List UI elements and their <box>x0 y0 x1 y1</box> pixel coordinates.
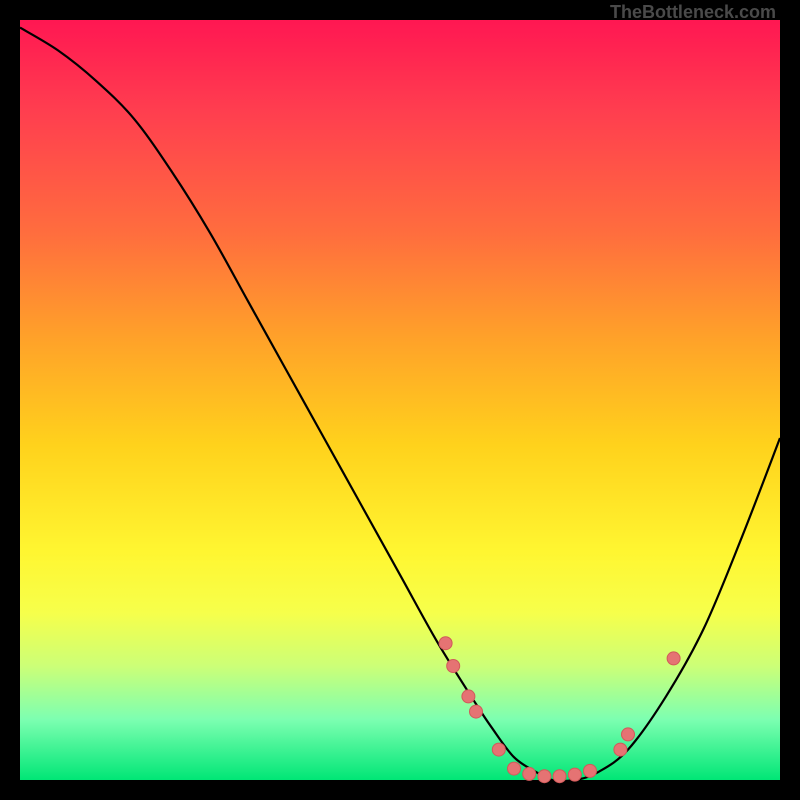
bottleneck-curve <box>20 28 780 781</box>
data-marker <box>470 705 483 718</box>
marker-group <box>439 637 680 783</box>
data-marker <box>492 743 505 756</box>
data-marker <box>523 767 536 780</box>
data-marker <box>614 743 627 756</box>
data-marker <box>447 660 460 673</box>
data-marker <box>553 770 566 783</box>
data-marker <box>622 728 635 741</box>
chart-frame: TheBottleneck.com <box>0 0 800 800</box>
curve-svg <box>20 20 780 780</box>
data-marker <box>667 652 680 665</box>
data-marker <box>568 768 581 781</box>
data-marker <box>462 690 475 703</box>
plot-area <box>20 20 780 780</box>
data-marker <box>508 762 521 775</box>
attribution-text: TheBottleneck.com <box>610 2 776 23</box>
data-marker <box>584 764 597 777</box>
data-marker <box>439 637 452 650</box>
data-marker <box>538 770 551 783</box>
